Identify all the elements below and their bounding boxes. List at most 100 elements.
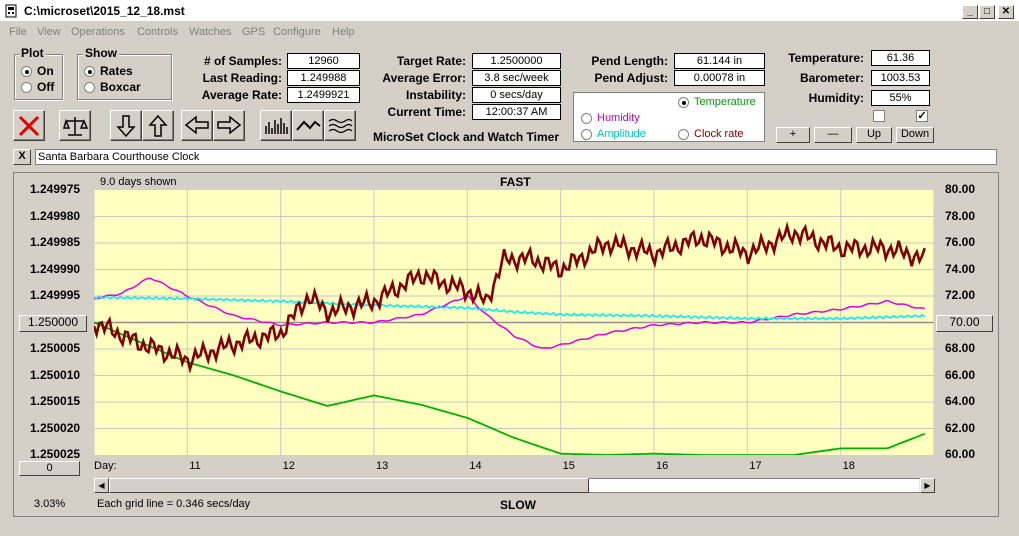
minimize-icon[interactable]: _	[962, 5, 978, 19]
checkbox-2[interactable]: ✓	[916, 110, 928, 122]
bar-chart-icon	[265, 118, 288, 134]
maximize-icon[interactable]: □	[979, 5, 995, 19]
waves-icon	[328, 118, 353, 134]
amplitude-radio[interactable]: Amplitude	[581, 128, 646, 140]
series-clock-rate	[94, 221, 926, 375]
grid-note: Each grid line = 0.346 secs/day	[97, 498, 251, 510]
days-shown-label: 9.0 days shown	[100, 176, 177, 188]
clock-name-field[interactable]: Santa Barbara Courthouse Clock	[35, 149, 997, 165]
arrow-down-button[interactable]	[110, 110, 142, 141]
series-humidity	[94, 277, 925, 349]
close-icon[interactable]: ✕	[998, 5, 1014, 19]
menu-operations[interactable]: Operations	[71, 26, 125, 38]
arrow-up-button[interactable]	[142, 110, 174, 141]
left-bottom-button[interactable]: 0	[19, 461, 80, 476]
right-tick-label: 74.00	[945, 261, 976, 276]
right-tick-label: 78.00	[945, 208, 976, 223]
arrow-left-button[interactable]	[181, 110, 213, 141]
menu-file[interactable]: File	[9, 26, 27, 38]
pend-adjust-field: 0.00078 in	[674, 70, 765, 86]
samples-label: # of Samples:	[203, 54, 282, 68]
x-tick-label: 11	[189, 460, 201, 472]
menu-gps[interactable]: GPS	[242, 26, 265, 38]
last-reading-label: Last Reading:	[202, 71, 282, 85]
wave-line-icon	[296, 120, 321, 131]
menu-configure[interactable]: Configure	[273, 26, 321, 38]
menu-watches[interactable]: Watches	[189, 26, 231, 38]
instability-field: 0 secs/day	[472, 87, 561, 103]
right-tick-label: 68.00	[945, 341, 976, 355]
stop-button[interactable]	[13, 110, 45, 141]
right-center-button[interactable]: 70.00	[936, 315, 993, 332]
right-tick-label: 76.00	[945, 235, 976, 249]
menu-help[interactable]: Help	[332, 26, 355, 38]
left-tick-label: 1.249990	[30, 261, 81, 276]
left-tick-label: 1.250020	[30, 420, 81, 435]
arrow-up-icon	[148, 114, 168, 137]
plot-off-radio[interactable]: Off	[21, 80, 54, 94]
zoom-percent: 3.03%	[34, 498, 66, 510]
show-rates-radio[interactable]: Rates	[84, 64, 133, 78]
scale-plus-button[interactable]: +	[776, 127, 810, 143]
multi-wave-button[interactable]	[324, 110, 356, 141]
scroll-track[interactable]	[589, 479, 919, 492]
window-title: C:\microset\2015_12_18.mst	[24, 4, 185, 18]
pend-length-field[interactable]: 61.144 in	[674, 53, 765, 69]
arrow-down-icon	[116, 115, 136, 138]
app-caption: MicroSet Clock and Watch Timer	[372, 130, 560, 144]
series-temperature	[94, 321, 926, 455]
x-axis-label: Day:	[94, 460, 117, 472]
series-amplitude	[94, 295, 926, 321]
scale-minus-button[interactable]: —	[814, 127, 852, 143]
left-tick-label: 1.249995	[30, 288, 81, 302]
target-rate-field[interactable]: 1.2500000	[472, 53, 561, 69]
humidity-label: Humidity:	[808, 91, 864, 105]
x-tick-label: 18	[842, 460, 855, 472]
barometer-field: 1003.53	[871, 70, 930, 86]
show-group-label: Show	[83, 46, 119, 60]
x-tick-label: 15	[562, 460, 575, 472]
clock-rate-radio[interactable]: Clock rate	[678, 128, 744, 140]
left-tick-label: 1.249975	[30, 182, 81, 196]
x-tick-label: 17	[749, 460, 762, 472]
current-time-label: Current Time:	[387, 105, 466, 119]
right-tick-label: 62.00	[945, 420, 976, 435]
smooth-line-button[interactable]	[292, 110, 324, 141]
pend-length-label: Pend Length:	[591, 54, 668, 68]
checkbox-1[interactable]	[873, 110, 885, 122]
x-tick-label: 12	[282, 460, 295, 472]
right-tick-label: 72.00	[945, 288, 976, 302]
show-boxcar-radio[interactable]: Boxcar	[84, 80, 141, 94]
balance-button[interactable]	[59, 110, 91, 141]
left-tick-label: 1.249980	[30, 208, 81, 223]
left-tick-label: 1.250005	[30, 341, 81, 355]
left-tick-label: 1.250010	[30, 367, 81, 382]
arrow-right-button[interactable]	[213, 110, 245, 141]
arrow-right-icon	[217, 115, 242, 135]
arrow-left-icon	[184, 115, 209, 135]
instability-label: Instability:	[405, 88, 466, 102]
plot-on-radio[interactable]: On	[21, 64, 54, 78]
average-error-label: Average Error:	[382, 71, 466, 85]
scroll-thumb[interactable]	[109, 478, 589, 493]
samples-field: 12960	[287, 53, 360, 69]
slow-label: SLOW	[500, 498, 536, 512]
menu-view[interactable]: View	[37, 26, 61, 38]
plot-group-label: Plot	[19, 46, 46, 60]
scroll-left-icon[interactable]: ◀	[94, 478, 109, 493]
x-tick-label: 14	[469, 460, 482, 472]
scale-up-button[interactable]: Up	[856, 127, 892, 143]
close-clock-button[interactable]: X	[13, 149, 31, 165]
scroll-right-icon[interactable]: ▶	[920, 478, 935, 493]
raw-data-button[interactable]	[260, 110, 292, 141]
left-center-button[interactable]: 1.250000	[19, 315, 87, 332]
menu-controls[interactable]: Controls	[137, 26, 178, 38]
pend-adjust-label: Pend Adjust:	[594, 71, 668, 85]
humidity-radio[interactable]: Humidity	[581, 112, 640, 124]
x-tick-label: 13	[376, 460, 389, 472]
balance-scale-icon	[63, 117, 88, 136]
app-icon	[5, 4, 17, 18]
right-tick-label: 60.00	[945, 447, 976, 461]
temperature-radio[interactable]: Temperature	[678, 96, 756, 108]
scale-down-button[interactable]: Down	[896, 127, 934, 143]
